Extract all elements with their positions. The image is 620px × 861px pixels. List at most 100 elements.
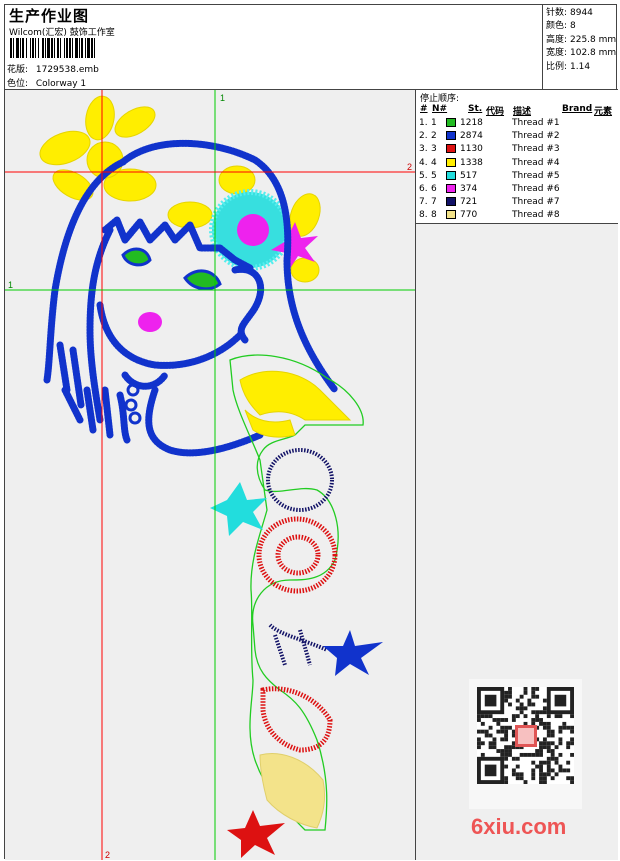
studio-name: Wilcom(汇宏) 鼓饰工作室 [9,28,115,38]
eyes [121,247,222,291]
stat-value: 8944 [570,8,593,18]
guide-label-v1: 1 [220,93,225,103]
stat-label: 高度: [546,34,568,45]
stat-colors: 颜色: 8 [546,20,618,33]
stat-label: 比例: [546,61,568,72]
cyan-flower [209,189,291,271]
col-desc: 描述 [513,107,532,117]
thread-stitches: 1130 [460,144,483,155]
thread-n: 1 [431,118,437,128]
stat-stitches: 针数: 8944 [546,7,618,20]
thread-row: 6. 6 374 Thread #6 [416,184,618,197]
production-worksheet: 生产作业图 Wilcom(汇宏) 鼓饰工作室 花版: 1729538.emb 色… [4,4,618,860]
thread-stitches: 770 [460,210,478,221]
thread-desc: Thread #6 [512,184,560,194]
thread-stitches: 1218 [460,118,483,128]
thread-stitches: 1338 [460,157,483,168]
thread-row: 8. 8 770 Thread #8 [416,210,618,223]
col-n: N# [432,104,448,114]
navy-lettering [266,448,334,666]
thread-desc: Thread #1 [512,118,560,128]
side-blank-area: 6xiu.com [416,224,618,860]
barcode-icon [10,38,95,58]
qr-code-icon [469,679,582,809]
thread-row: 5. 5 517 Thread #5 [416,170,618,184]
yellow-lettering-bottom [259,753,326,829]
colorway-value: Colorway 1 [35,79,87,89]
design-preview: 1 2 1 2 [5,90,416,860]
thread-stitches: 2874 [460,131,483,142]
stat-value: 225.8 mm [570,34,617,45]
thread-swatch [446,144,456,154]
guide-lines [5,90,415,860]
document-title: 生产作业图 [9,7,90,25]
thread-desc: Thread #4 [512,157,560,168]
thread-swatch [446,210,456,220]
thread-swatch [446,197,456,207]
thread-desc: Thread #3 [512,144,560,155]
thread-swatch [446,131,456,141]
thread-n: 8 [431,210,437,221]
thread-desc: Thread #7 [512,197,560,208]
design-file-row: 花版: 1729538.emb [7,62,99,75]
embroidery-artwork: 1 2 1 2 [5,90,415,860]
thread-num: 2. [419,131,428,142]
watermark-text: 6xiu.com [471,814,567,839]
thread-stitches: 517 [460,170,478,181]
thread-num: 5. [419,170,428,181]
thread-stitches: 374 [460,184,478,194]
cyan-star-flower [210,482,267,536]
col-num: # [420,104,428,114]
thread-n: 2 [431,131,437,142]
thread-n: 3 [431,144,437,155]
thread-row: 7. 7 721 Thread #7 [416,197,618,210]
red-lettering [256,516,338,753]
thread-swatch [446,157,456,167]
stat-scale: 比例: 1.14 [546,61,618,74]
header-info: 生产作业图 Wilcom(汇宏) 鼓饰工作室 花版: 1729538.emb 色… [5,5,542,89]
thread-num: 1. [419,118,428,128]
thread-num: 4. [419,157,428,168]
stat-label: 宽度: [546,48,568,59]
col-brand: Brand [562,104,593,114]
guide-label-v2: 2 [105,850,110,860]
thread-row: 3. 3 1130 Thread #3 [416,144,618,157]
thread-row: 2. 2 2874 Thread #2 [416,131,618,144]
thread-swatch [446,118,456,127]
stat-value: 1.14 [570,61,591,72]
thread-row: 1. 1 1218 Thread #1 [416,118,618,131]
necklace-beads [124,383,142,425]
stat-value: 102.8 mm [570,48,617,59]
thread-n: 4 [431,157,437,168]
stop-sequence-title: 停止顺序: [420,94,460,104]
thread-n: 7 [431,197,437,208]
col-st: St. [468,104,483,114]
col-element: 元素 [594,107,613,117]
thread-desc: Thread #2 [512,131,560,142]
col-code: 代码 [486,107,505,117]
thread-desc: Thread #5 [512,170,560,181]
thread-swatch [446,184,456,193]
thread-num: 7. [419,197,428,208]
stop-sequence-panel: 停止顺序: # N# St. 代码 描述 Brand 元素 1. 1 1218 Thr… [416,90,618,224]
stat-value: 8 [570,21,576,32]
design-file-label: 花版: [7,65,29,75]
stop-sequence-header: # N# St. 代码 描述 Brand 元素 [416,104,618,117]
red-star-flower [227,810,285,858]
thread-num: 3. [419,144,428,155]
thread-row: 4. 4 1338 Thread #4 [416,157,618,171]
thread-stitches: 721 [460,197,478,208]
thread-num: 8. [419,210,428,221]
design-file-value: 1729538.emb [35,65,99,75]
thread-swatch [446,170,456,180]
colorway-row: 色位: Colorway 1 [7,76,86,89]
colorway-label: 色位: [7,79,29,89]
stat-height: 高度: 225.8 mm [546,34,618,47]
stat-label: 颜色: [546,21,568,32]
thread-n: 6 [431,184,437,194]
stat-label: 针数: [546,8,568,18]
cheek-mark [138,312,162,332]
thread-n: 5 [431,170,437,181]
stats-panel: 针数: 8944 颜色: 8 高度: 225.8 mm 宽度: 102.8 mm 比例:… [542,5,618,89]
thread-num: 6. [419,184,428,194]
